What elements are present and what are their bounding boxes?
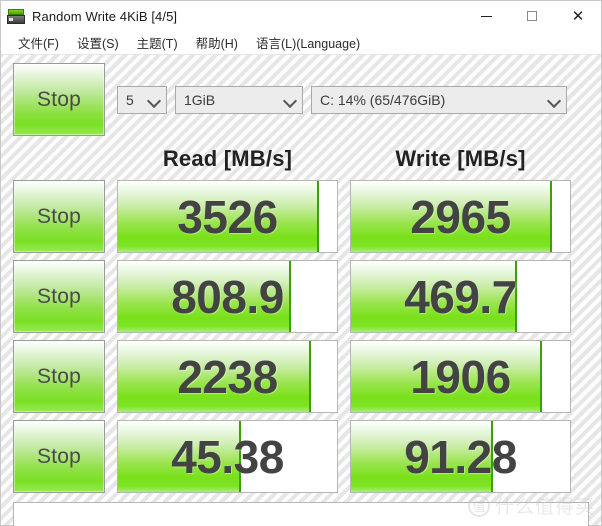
stop-button-row3[interactable]: Stop [13, 340, 105, 413]
menu-bar: 文件(F) 设置(S) 主题(T) 帮助(H) 语言(L)(Language) [1, 31, 601, 55]
menu-settings[interactable]: 设置(S) [68, 31, 128, 54]
result-read-row4: 45.38 [117, 420, 338, 493]
close-button[interactable]: ✕ [555, 1, 601, 31]
selector-group: 5 1GiB C: 14% (65/476GiB) [117, 63, 571, 136]
chevron-down-icon [146, 92, 162, 108]
maximize-icon [527, 11, 537, 21]
result-write-row1: 2965 [350, 180, 571, 253]
result-write-row2: 469.7 [350, 260, 571, 333]
disk-drive-icon [7, 8, 25, 25]
menu-help[interactable]: 帮助(H) [187, 31, 247, 54]
result-read-row3: 2238 [117, 340, 338, 413]
result-read-row2: 808.9 [117, 260, 338, 333]
result-value: 45.38 [171, 430, 284, 483]
result-value: 2965 [410, 190, 511, 243]
maximize-button[interactable] [509, 1, 555, 31]
menu-language[interactable]: 语言(L)(Language) [247, 31, 369, 54]
result-value: 808.9 [171, 270, 284, 323]
stop-button-row4[interactable]: Stop [13, 420, 105, 493]
window-title: Random Write 4KiB [4/5] [32, 8, 178, 24]
loops-value: 5 [126, 91, 134, 108]
title-bar: Random Write 4KiB [4/5] ✕ [1, 1, 601, 31]
menu-file[interactable]: 文件(F) [9, 31, 68, 54]
read-column-header: Read [MB/s] [162, 146, 293, 171]
control-row: Stop 5 1GiB C: 14% (65/476GiB) [13, 63, 589, 136]
minimize-icon [480, 15, 492, 17]
result-write-row4: 91.28 [350, 420, 571, 493]
test-size-select[interactable]: 1GiB [175, 85, 303, 114]
close-icon: ✕ [571, 6, 585, 25]
chevron-down-icon [546, 92, 562, 108]
crystaldiskmark-window: Random Write 4KiB [4/5] ✕ 文件(F) 设置(S) 主题… [0, 0, 602, 526]
stop-all-button[interactable]: Stop [13, 63, 105, 136]
chevron-down-icon [282, 92, 298, 108]
result-value: 1906 [410, 350, 511, 403]
drive-select[interactable]: C: 14% (65/476GiB) [311, 85, 567, 114]
test-size-value: 1GiB [184, 91, 216, 108]
menu-theme[interactable]: 主题(T) [128, 31, 187, 54]
comment-box[interactable] [13, 502, 589, 526]
result-value: 469.7 [404, 270, 517, 323]
minimize-button[interactable] [463, 1, 509, 31]
result-write-row3: 1906 [350, 340, 571, 413]
result-value: 2238 [177, 350, 278, 403]
loops-select[interactable]: 5 [117, 85, 167, 114]
column-header-row: Read [MB/s] Write [MB/s] [13, 143, 589, 175]
results-grid: Stop 3526 2965 Stop 808.9 469.7 Stop 223… [13, 180, 589, 493]
result-value: 91.28 [404, 430, 517, 483]
write-column-header: Write [MB/s] [395, 146, 526, 171]
main-content: Stop 5 1GiB C: 14% (65/476GiB) Read [MB/ [1, 55, 601, 493]
window-controls: ✕ [463, 1, 601, 31]
header-spacer [13, 143, 105, 175]
result-read-row1: 3526 [117, 180, 338, 253]
stop-button-row1[interactable]: Stop [13, 180, 105, 253]
drive-value: C: 14% (65/476GiB) [320, 91, 446, 108]
result-value: 3526 [177, 190, 278, 243]
stop-button-row2[interactable]: Stop [13, 260, 105, 333]
